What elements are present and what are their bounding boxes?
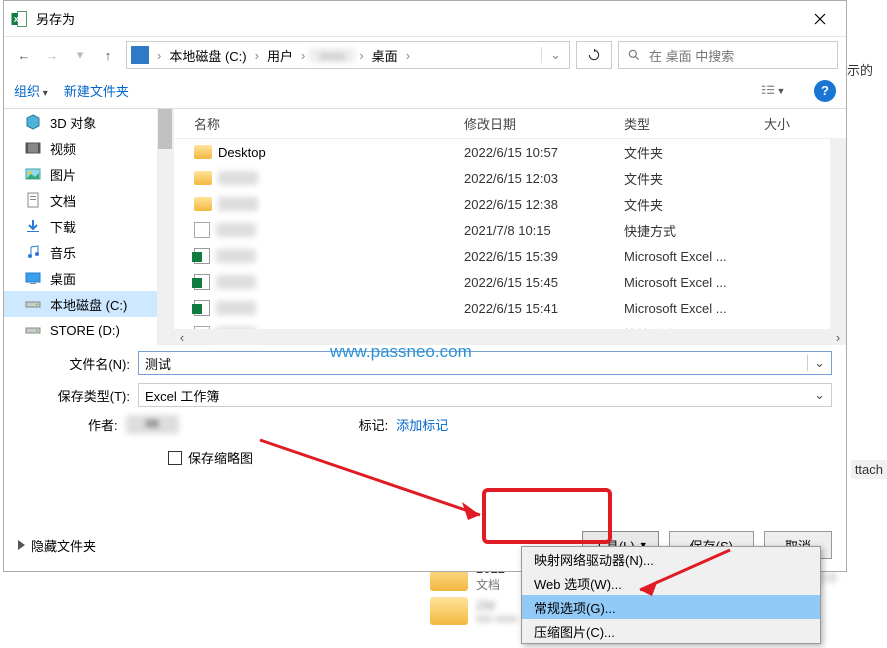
drive-icon (24, 321, 42, 339)
file-row[interactable]: 2022/6/15 12:38文件夹 (174, 191, 846, 217)
nav-recent[interactable]: ▾ (68, 43, 92, 67)
file-list-header[interactable]: 名称 修改日期 类型 大小 (174, 109, 846, 139)
folder-icon (194, 197, 212, 211)
refresh-button[interactable] (576, 41, 612, 69)
doc-icon (24, 191, 42, 209)
file-row[interactable]: 2021/7/8 10:15快捷方式 (174, 217, 846, 243)
redacted-filename (216, 223, 256, 237)
sidebar: 3D 对象 视频 图片 文档 下载 音乐 桌面 本地磁盘 (C:) STORE … (4, 109, 174, 345)
titlebar: X 另存为 (4, 1, 846, 37)
file-list: 名称 修改日期 类型 大小 Desktop2022/6/15 10:57文件夹2… (174, 109, 846, 345)
redacted-filename (218, 171, 258, 185)
sidebar-item-local-c[interactable]: 本地磁盘 (C:) (4, 291, 173, 317)
toolbar: 组织 新建文件夹 ▼ ? (4, 73, 846, 109)
save-as-dialog: X 另存为 ← → ▾ ↑ › 本地磁盘 (C:) › 用户 › xxxx › … (3, 0, 847, 572)
download-icon (24, 217, 42, 235)
view-options[interactable]: ▼ (748, 80, 798, 102)
cube-icon (24, 113, 42, 131)
help-button[interactable]: ? (814, 80, 836, 102)
excel-icon: X (10, 10, 28, 28)
watermark: www.passneo.com (330, 342, 472, 362)
drive-icon (131, 46, 149, 64)
dialog-title: 另存为 (36, 9, 800, 28)
nav-back[interactable]: ← (12, 43, 36, 67)
bc-users[interactable]: 用户 (263, 46, 297, 65)
col-type[interactable]: 类型 (624, 114, 764, 133)
col-size[interactable]: 大小 (764, 114, 846, 133)
sidebar-item-3d[interactable]: 3D 对象 (4, 109, 173, 135)
excel-file-icon (194, 274, 210, 290)
folder-icon (194, 145, 212, 159)
excel-file-icon (194, 300, 210, 316)
shortcut-icon (194, 222, 210, 238)
picture-icon (24, 165, 42, 183)
author-label: 作者: (88, 415, 118, 434)
filename-label: 文件名(N): (18, 354, 138, 373)
sidebar-item-downloads[interactable]: 下载 (4, 213, 173, 239)
bc-drive[interactable]: 本地磁盘 (C:) (165, 46, 250, 65)
hide-folders-toggle[interactable]: 隐藏文件夹 (18, 536, 96, 555)
redacted-filename (218, 197, 258, 211)
background-text-attach: ttach (851, 460, 887, 479)
menu-map-drive[interactable]: 映射网络驱动器(N)... (522, 547, 820, 571)
organize-button[interactable]: 组织 (14, 81, 48, 100)
col-date[interactable]: 修改日期 (464, 114, 624, 133)
col-name[interactable]: 名称 (174, 114, 464, 133)
file-row[interactable]: 2022/6/15 15:45Microsoft Excel ... (174, 269, 846, 295)
bg-sub: 文档 (476, 576, 505, 593)
background-text: 示的 (847, 60, 887, 79)
menu-general-options[interactable]: 常规选项(G)... (522, 595, 820, 619)
music-icon (24, 243, 42, 261)
sidebar-item-video[interactable]: 视频 (4, 135, 173, 161)
savetype-label: 保存类型(T): (18, 386, 138, 405)
menu-compress[interactable]: 压缩图片(C)... (522, 619, 820, 643)
file-hscrollbar[interactable]: ‹› (174, 329, 846, 345)
nav-forward[interactable]: → (40, 43, 64, 67)
filename-input[interactable]: 测试 ⌄ (138, 351, 832, 375)
sidebar-item-documents[interactable]: 文档 (4, 187, 173, 213)
drive-icon (24, 295, 42, 313)
sidebar-item-desktop[interactable]: 桌面 (4, 265, 173, 291)
breadcrumb[interactable]: › 本地磁盘 (C:) › 用户 › xxxx › 桌面 › ⌄ (126, 41, 570, 69)
sidebar-item-store-d[interactable]: STORE (D:) (4, 317, 173, 343)
thumbnail-checkbox[interactable] (168, 451, 182, 465)
file-row[interactable]: Desktop2022/6/15 10:57文件夹 (174, 139, 846, 165)
tag-add[interactable]: 添加标记 (396, 415, 448, 434)
search-icon (627, 48, 641, 62)
file-row[interactable]: 2022/6/15 15:41Microsoft Excel ... (174, 295, 846, 321)
nav-up[interactable]: ↑ (96, 43, 120, 67)
savetype-select[interactable]: Excel 工作簿 ⌄ (138, 383, 832, 407)
redacted-filename (216, 275, 256, 289)
folder-icon (430, 597, 468, 625)
menu-web-options[interactable]: Web 选项(W)... (522, 571, 820, 595)
bc-desktop[interactable]: 桌面 (368, 46, 402, 65)
bc-user-redacted[interactable]: xxxx (309, 48, 355, 63)
sidebar-item-pictures[interactable]: 图片 (4, 161, 173, 187)
desktop-icon (24, 269, 42, 287)
thumbnail-label: 保存缩略图 (188, 448, 253, 467)
tools-context-menu: 映射网络驱动器(N)... Web 选项(W)... 常规选项(G)... 压缩… (521, 546, 821, 644)
redacted-filename (216, 301, 256, 315)
tag-label: 标记: (359, 415, 389, 434)
video-icon (24, 139, 42, 157)
author-value-redacted[interactable]: xx (126, 415, 179, 434)
redacted-filename (216, 249, 256, 263)
sidebar-item-music[interactable]: 音乐 (4, 239, 173, 265)
bg-zmt: ZM (476, 598, 518, 613)
chevron-right-icon (18, 540, 25, 550)
file-row[interactable]: 2022/6/15 12:03文件夹 (174, 165, 846, 191)
newfolder-button[interactable]: 新建文件夹 (64, 81, 129, 100)
nav-bar: ← → ▾ ↑ › 本地磁盘 (C:) › 用户 › xxxx › 桌面 › ⌄… (4, 37, 846, 73)
close-button[interactable] (800, 4, 840, 34)
search-input[interactable]: 在 桌面 中搜索 (618, 41, 838, 69)
excel-file-icon (194, 248, 210, 264)
folder-icon (194, 171, 212, 185)
sidebar-scrollbar[interactable] (157, 109, 173, 345)
svg-text:X: X (14, 15, 19, 24)
file-vscrollbar[interactable] (830, 139, 846, 329)
file-row[interactable]: 2022/6/15 15:39Microsoft Excel ... (174, 243, 846, 269)
form-area: 文件名(N): 测试 ⌄ 保存类型(T): Excel 工作簿 ⌄ 作者:xx … (4, 345, 846, 475)
